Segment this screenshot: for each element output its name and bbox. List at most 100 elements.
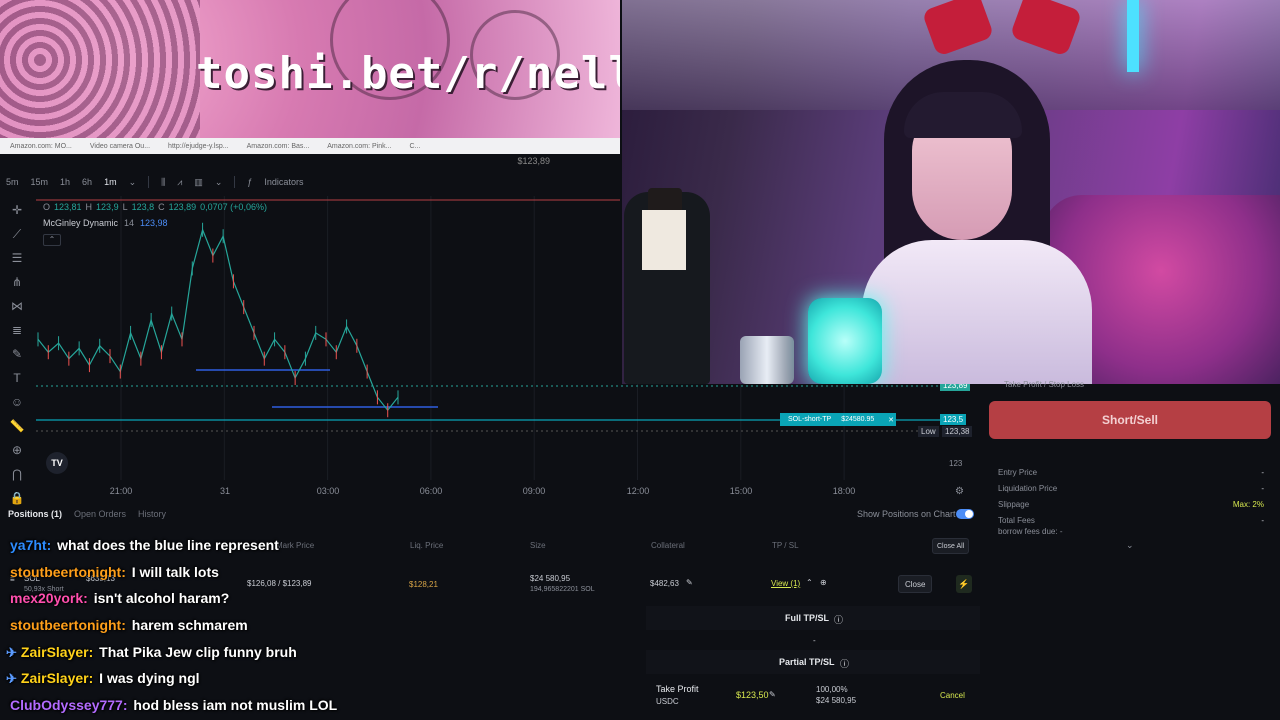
entry-price-value: - [1261,468,1264,477]
ohlc-open-label: O [43,202,51,212]
chat-username: stoutbeertonight: [10,617,126,633]
slippage-value[interactable]: Max: 2% [1233,500,1264,509]
chart-header: $123,89 [0,154,620,168]
close-all-button[interactable]: Close All [932,538,970,554]
bar-chart-icon[interactable]: ▥ [194,177,203,188]
chevron-up-icon[interactable]: ⌃ [806,578,813,587]
bookmark-item[interactable]: http://ejudge-y.lsp... [168,143,229,150]
brush-icon[interactable]: ✎ [12,346,22,362]
lock-icon[interactable]: 🔒 [10,490,25,506]
indicator-legend[interactable]: McGinley Dynamic 14 123,98 [43,218,168,228]
crosshair-icon[interactable]: ✛ [12,202,22,218]
text-icon[interactable]: T [13,370,20,386]
liquidation-price-row: Liquidation Price - [998,484,1264,493]
chart-toolbar: 5m 15m 1h 6h 1m ⌄ ⫼ ⩘ ▥ ⌄ ƒ Indicators [0,172,620,192]
cancel-tp-button[interactable]: Cancel [934,686,971,704]
bookmark-item[interactable]: C... [409,143,420,150]
tab-positions[interactable]: Positions (1) [8,509,62,519]
webcam-neon-light [1127,0,1139,72]
fib-icon[interactable]: ≣ [12,322,22,338]
drawing-toolbar: ✛ ⟋ ☰ ⋔ ⋈ ≣ ✎ T ☺ 📏 ⊕ ⋂ 🔒 [4,202,30,506]
ruler-icon[interactable]: 📏 [10,418,25,434]
tp-line-name: SOL-short-TP [788,416,832,423]
take-profit-line-label[interactable]: SOL-short-TP $24580.95 ✕ [780,413,896,426]
collapse-legend-icon[interactable]: ⌃ [43,234,61,246]
header-price: $123,89 [517,156,550,166]
position-size-usd: $24 580,95 [530,574,571,583]
glowing-lamp [808,298,882,384]
pitchfork-icon[interactable]: ⋔ [12,274,22,290]
price-series-line [37,227,399,412]
indicator-value: 123,98 [140,218,168,228]
lightning-icon[interactable]: ⚡ [956,575,972,593]
chat-text: isn't alcohol haram? [93,590,230,606]
timeframe-6h[interactable]: 6h [82,177,92,187]
chevron-down-icon[interactable]: ⌄ [1126,540,1134,551]
timeframe-1h[interactable]: 1h [60,177,70,187]
info-icon[interactable]: ⓘ [840,657,849,670]
partial-tpsl-title: Partial TP/SL [779,657,835,667]
stream-banner: toshi.bet/r/nelli [0,0,620,138]
view-tpsl-link[interactable]: View (1) [771,579,800,588]
ohlc-open: 123,81 [54,202,82,212]
short-sell-button[interactable]: Short/Sell [989,401,1271,439]
close-position-button[interactable]: Close [898,575,933,593]
bookmark-item[interactable]: Amazon.com: Bas... [247,143,310,150]
ohlc-low: 123,8 [131,202,155,212]
col-collateral: Collateral [651,541,685,550]
x-tick: 21:00 [109,486,133,496]
tp-row-percent: 100,00% [816,685,848,694]
bookmark-item[interactable]: Video camera Ou... [90,143,150,150]
info-icon[interactable]: ⓘ [834,613,843,626]
tp-row-token: USDC [656,697,679,706]
timeframe-5m[interactable]: 5m [6,177,19,187]
webcam-feed [622,0,1280,384]
chat-message: ✈ ZairSlayer: I was dying ngl [6,670,200,687]
bookmark-item[interactable]: Amazon.com: MO... [10,143,72,150]
banner-pattern [0,0,200,138]
show-positions-toggle[interactable] [956,509,974,519]
chevron-down-icon[interactable]: ⌄ [129,177,137,188]
zoom-icon[interactable]: ⊕ [12,442,22,458]
full-tpsl-value: - [813,636,816,645]
referral-link-text: toshi.bet/r/nelli [196,48,620,99]
gear-icon[interactable]: ⚙ [955,486,964,497]
edit-icon[interactable]: ✎ [686,578,693,587]
ohlc-change: 0,0707 (+0,06%) [200,202,267,212]
horizontal-lines-icon[interactable]: ☰ [12,250,23,266]
indicators-icon[interactable]: ƒ [247,177,252,187]
indicators-button[interactable]: Indicators [264,177,303,187]
x-tick: 31 [219,486,231,496]
chevron-down-icon[interactable]: ⌄ [215,177,223,188]
col-liq-price: Liq. Price [410,541,444,550]
chat-text: hod bless iam not muslim LOL [133,697,338,713]
timeframe-1m[interactable]: 1m [104,177,117,187]
position-liq-price: $128,21 [409,580,438,589]
tab-open-orders[interactable]: Open Orders [74,509,126,519]
tp-price-tag: 123,5 [940,414,967,425]
add-circle-icon[interactable]: ⊕ [820,578,827,587]
slippage-row: Slippage Max: 2% [998,500,1264,509]
area-chart-icon[interactable]: ⩘ [177,177,182,188]
position-collateral: $482,63 [650,579,679,588]
close-icon[interactable]: ✕ [888,416,896,424]
bookmark-item[interactable]: Amazon.com: Pink... [327,143,391,150]
timeframe-15m[interactable]: 15m [31,177,49,187]
bookmarks-bar: Amazon.com: MO... Video camera Ou... htt… [0,138,620,154]
tp-row-usd: $24 580,95 [816,696,857,705]
entry-mark-price: $126,08 / $123,89 [247,579,312,588]
tradingview-logo[interactable]: TV [46,452,68,474]
trend-line-icon[interactable]: ⟋ [13,226,21,242]
chat-text: harem schmarem [131,617,248,633]
ohlc-close: 123,89 [168,202,197,212]
low-price-tag: 123,38 [942,426,973,437]
candles-icon[interactable]: ⫼ [161,177,165,188]
magnet-icon[interactable]: ⋂ [12,466,22,482]
chat-username: mex20york: [10,590,88,606]
ohlc-legend: O 123,81 H 123,9 L 123,8 C 123,89 0,0707 (+0… [43,202,267,212]
pattern-icon[interactable]: ⋈ [11,298,23,314]
tab-history[interactable]: History [138,509,166,519]
tpsl-header[interactable]: Take Profit / Stop Loss [1004,380,1084,389]
edit-icon[interactable]: ✎ [769,690,776,699]
emoji-icon[interactable]: ☺ [11,394,23,410]
